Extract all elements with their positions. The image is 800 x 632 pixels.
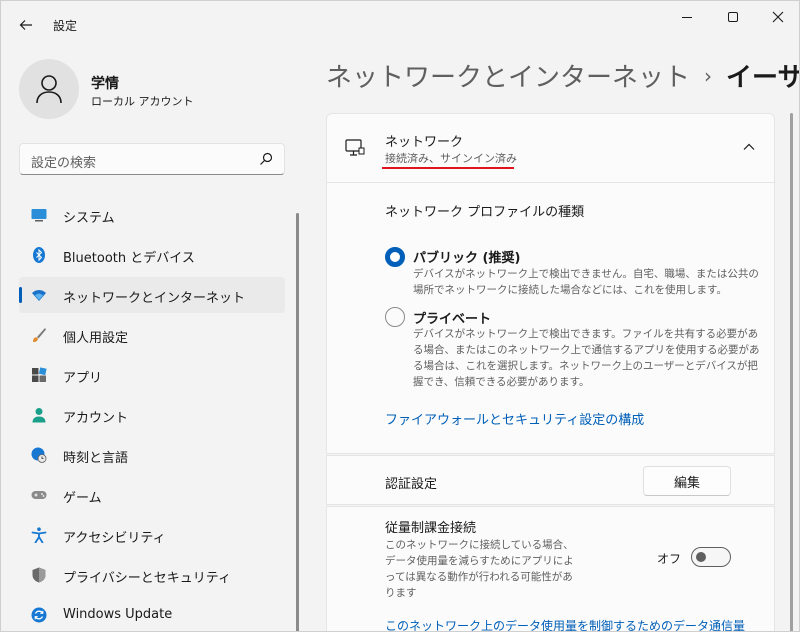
avatar [19,59,79,119]
toggle-knob [696,552,706,562]
wifi-icon [32,290,46,301]
sidebar-item-label: プライバシーとセキュリティ [63,571,231,586]
breadcrumb-separator: › [704,64,713,88]
person-icon [36,75,62,104]
search-placeholder: 設定の検索 [31,156,97,171]
sidebar-item-gaming[interactable]: ゲーム [19,477,285,513]
sidebar-item-network[interactable]: ネットワークとインターネット [19,277,285,313]
metered-toggle-label: オフ [657,552,682,566]
network-status: 接続済み、サインイン済み [385,152,517,165]
sidebar-item-personalization[interactable]: 個人用設定 [19,317,285,353]
sidebar-item-label: Bluetooth とデバイス [63,251,195,266]
public-option-description: デバイスがネットワーク上で検出できません。自宅、職場、または公共の場所でネットワ… [413,268,759,296]
close-icon [772,11,784,23]
firewall-settings-link[interactable]: ファイアウォールとセキュリティ設定の構成 [385,409,644,428]
active-indicator [19,287,22,303]
bluetooth-icon [33,247,45,263]
breadcrumb: ネットワークとインターネット › イーサネット [326,57,800,94]
search-icon [260,152,273,165]
sidebar-item-accessibility[interactable]: アクセシビリティ [19,517,285,553]
auth-settings-row: 認証設定 編集 [326,455,775,505]
sidebar-scrollbar[interactable] [296,213,299,631]
main-scrollbar[interactable] [790,113,793,631]
network-title: ネットワーク [385,135,464,150]
app-title: 設定 [53,19,78,33]
brush-icon [33,328,46,342]
title-bar: 設定 [1,1,799,49]
private-option-description: デバイスがネットワーク上で検出できます。ファイルを共有する必要がある場合、または… [413,328,760,388]
globe-clock-icon [31,447,47,463]
maximize-icon [728,12,738,22]
gamepad-icon [31,491,47,499]
sidebar-item-label: アカウント [63,411,129,426]
sidebar-item-time-language[interactable]: 時刻と言語 [19,437,285,473]
sidebar-item-label: ゲーム [63,491,102,506]
public-radio[interactable] [385,247,405,267]
sidebar-item-label: システム [63,211,115,226]
sidebar-item-system[interactable]: システム [19,197,285,233]
sidebar-item-label: ネットワークとインターネット [63,291,246,306]
metered-toggle[interactable] [691,547,731,567]
sidebar-item-privacy[interactable]: プライバシーとセキュリティ [19,557,285,593]
edit-button[interactable]: 編集 [643,466,731,496]
minimize-icon [682,16,692,18]
sidebar-item-apps[interactable]: アプリ [19,357,285,393]
sidebar-item-label: 時刻と言語 [63,451,129,466]
close-button[interactable] [755,1,799,33]
search-input[interactable]: 設定の検索 [19,143,285,175]
back-button[interactable] [9,9,43,41]
public-option-title[interactable]: パブリック (推奨) [413,247,520,266]
private-radio[interactable] [385,307,405,327]
accessibility-icon [31,527,47,543]
sidebar-item-label: アプリ [63,371,103,386]
sidebar-nav: システム Bluetooth とデバイス ネットワークとインターネット 個人用設… [19,197,285,631]
breadcrumb-parent[interactable]: ネットワークとインターネット [326,63,690,93]
sidebar-item-label: Windows Update [63,607,173,622]
minimize-button[interactable] [664,1,710,33]
monitor-icon [31,209,47,222]
status-underline [382,167,514,169]
apps-icon [32,367,47,382]
person-icon [32,408,46,423]
page-title: イーサネット [726,63,800,93]
shield-icon [32,567,46,583]
network-card-header[interactable]: ネットワーク 接続済み、サインイン済み [326,113,775,183]
metered-description: このネットワークに接続している場合、データ使用量を減らすためにアプリによっては異… [385,539,574,599]
account-type: ローカル アカウント [91,95,194,108]
data-limit-link[interactable]: このネットワーク上のデータ使用量を制御するためのデータ通信量 [385,617,775,631]
network-profile-section: ネットワーク プロファイルの種類 パブリック (推奨) デバイスがネットワーク上… [326,182,775,454]
chevron-up-icon[interactable] [742,140,756,154]
sidebar-item-label: 個人用設定 [63,331,129,346]
sidebar-item-accounts[interactable]: アカウント [19,397,285,433]
update-icon [31,607,47,623]
auth-settings-label: 認証設定 [385,477,438,492]
metered-connection-row: 従量制課金接続 このネットワークに接続している場合、データ使用量を減らすためにア… [326,506,775,631]
user-profile[interactable]: 学情 ローカル アカウント [19,59,289,123]
back-arrow-icon [19,20,32,30]
sidebar-item-label: アクセシビリティ [63,531,166,546]
private-option-title[interactable]: プライベート [413,308,491,327]
user-name: 学情 [91,76,119,92]
profile-type-heading: ネットワーク プロファイルの種類 [385,205,585,220]
settings-window: 設定 学情 ローカル アカウント 設定の検索 システム Bluetooth とデ… [0,0,800,632]
metered-title: 従量制課金接続 [385,521,477,536]
sidebar-item-windows-update[interactable]: Windows Update [19,597,285,631]
sidebar-item-bluetooth[interactable]: Bluetooth とデバイス [19,237,285,273]
maximize-button[interactable] [710,1,756,33]
ethernet-icon [345,139,365,156]
